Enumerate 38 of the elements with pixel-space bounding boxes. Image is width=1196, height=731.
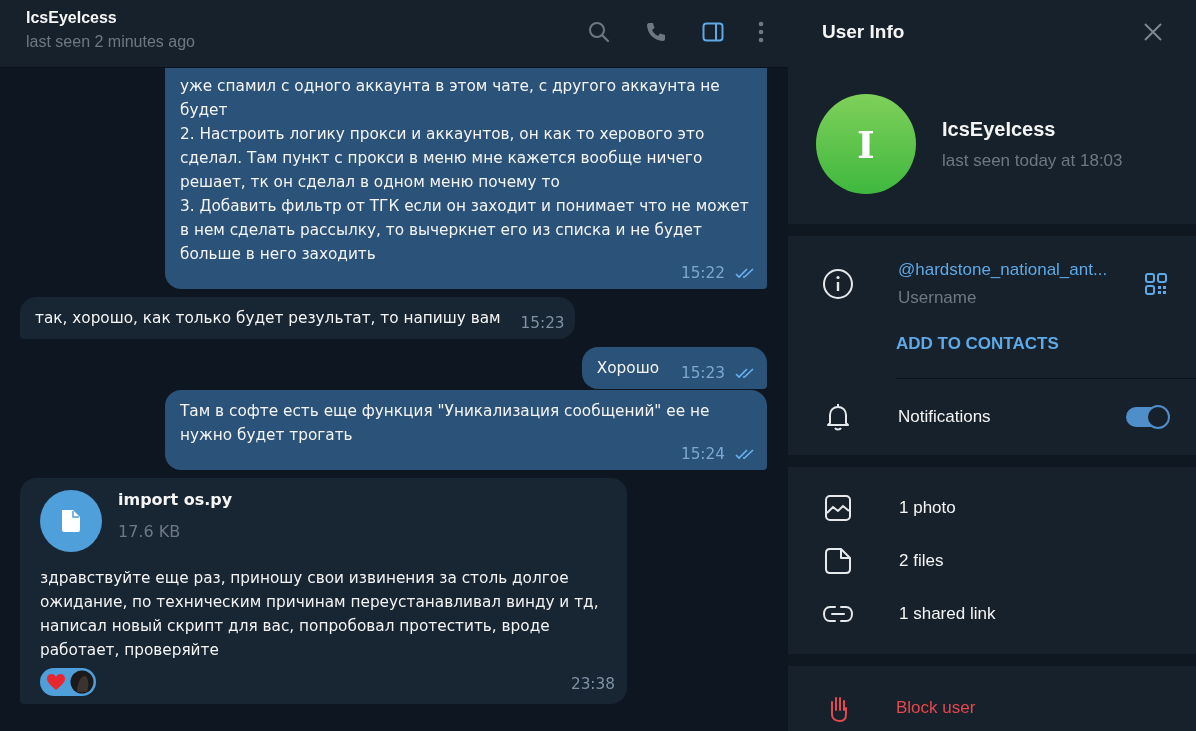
username-link[interactable]: @hardstone_national_ant... [898, 260, 1144, 280]
search-icon[interactable] [587, 19, 611, 44]
notifications-toggle[interactable] [1126, 407, 1168, 427]
avatar-icon [70, 670, 94, 694]
close-icon[interactable] [1144, 23, 1162, 41]
message-text: уже спамил с одного аккаунта в этом чате, с другого аккаунта не будет 2. Настроить логику прокси и аккаунтов, он как то херового это сделал. Там пункт с прокси в меню мне кажется вообще ничего решает, тк он сделал в одном меню почему то 3. Добавить фильтр от ТГК если он заходит и понимает что не может в нем сделать рассылку, то вычеркнет его из списка и не будет больше в него заходить [180, 76, 750, 265]
message-time: 15:23 [680, 363, 725, 384]
reaction-pill[interactable] [40, 668, 96, 696]
media-item[interactable]: 1 shared link [788, 587, 1196, 640]
document-icon [824, 546, 852, 575]
message-text: Там в софте есть еще функция "Уникализация сообщений" ее не нужно будет трогать [180, 401, 711, 446]
chat-status: last seen 2 minutes ago [26, 32, 195, 51]
file-icon[interactable] [40, 490, 102, 552]
message-text: Хорошо [596, 359, 659, 377]
user-status: last seen today at 18:03 [942, 150, 1123, 171]
file-name[interactable]: import os.py [118, 488, 233, 512]
message-time: 15:23 [520, 313, 565, 334]
message-text: здравствуйте еще раз, приношу свои извинения за столь долгое ожидание, по техническим причинам переустанавливал винду и тд, написал новый скрипт для вас, попробовал протестить, вроде работает, проверяйте [40, 568, 600, 661]
file-size: 17.6 KB [118, 521, 182, 543]
heart-icon [46, 673, 66, 691]
user-name: IcsEyeIcess [942, 117, 1057, 141]
message-time: 15:22 [680, 263, 725, 284]
link-icon [822, 603, 854, 624]
media-item[interactable]: 2 files [788, 534, 1196, 587]
media-item[interactable]: 1 photo [788, 481, 1196, 534]
message-time: 15:24 [680, 444, 725, 465]
notifications-label: Notifications [898, 407, 992, 427]
avatar-letter: I [857, 121, 875, 167]
info-icon [822, 268, 854, 300]
qr-code-icon[interactable] [1144, 272, 1168, 296]
message-text: так, хорошо, как только будет результат, то напишу вам [35, 309, 501, 327]
panel-title: User Info [822, 21, 905, 43]
chat-title: IcsEyeIcess [26, 8, 118, 27]
image-icon [824, 493, 852, 522]
add-to-contacts-button[interactable]: ADD TO CONTACTS [896, 334, 1059, 354]
message-time: 23:38 [570, 674, 615, 695]
more-icon[interactable] [758, 20, 764, 43]
username-label: Username [898, 288, 978, 308]
